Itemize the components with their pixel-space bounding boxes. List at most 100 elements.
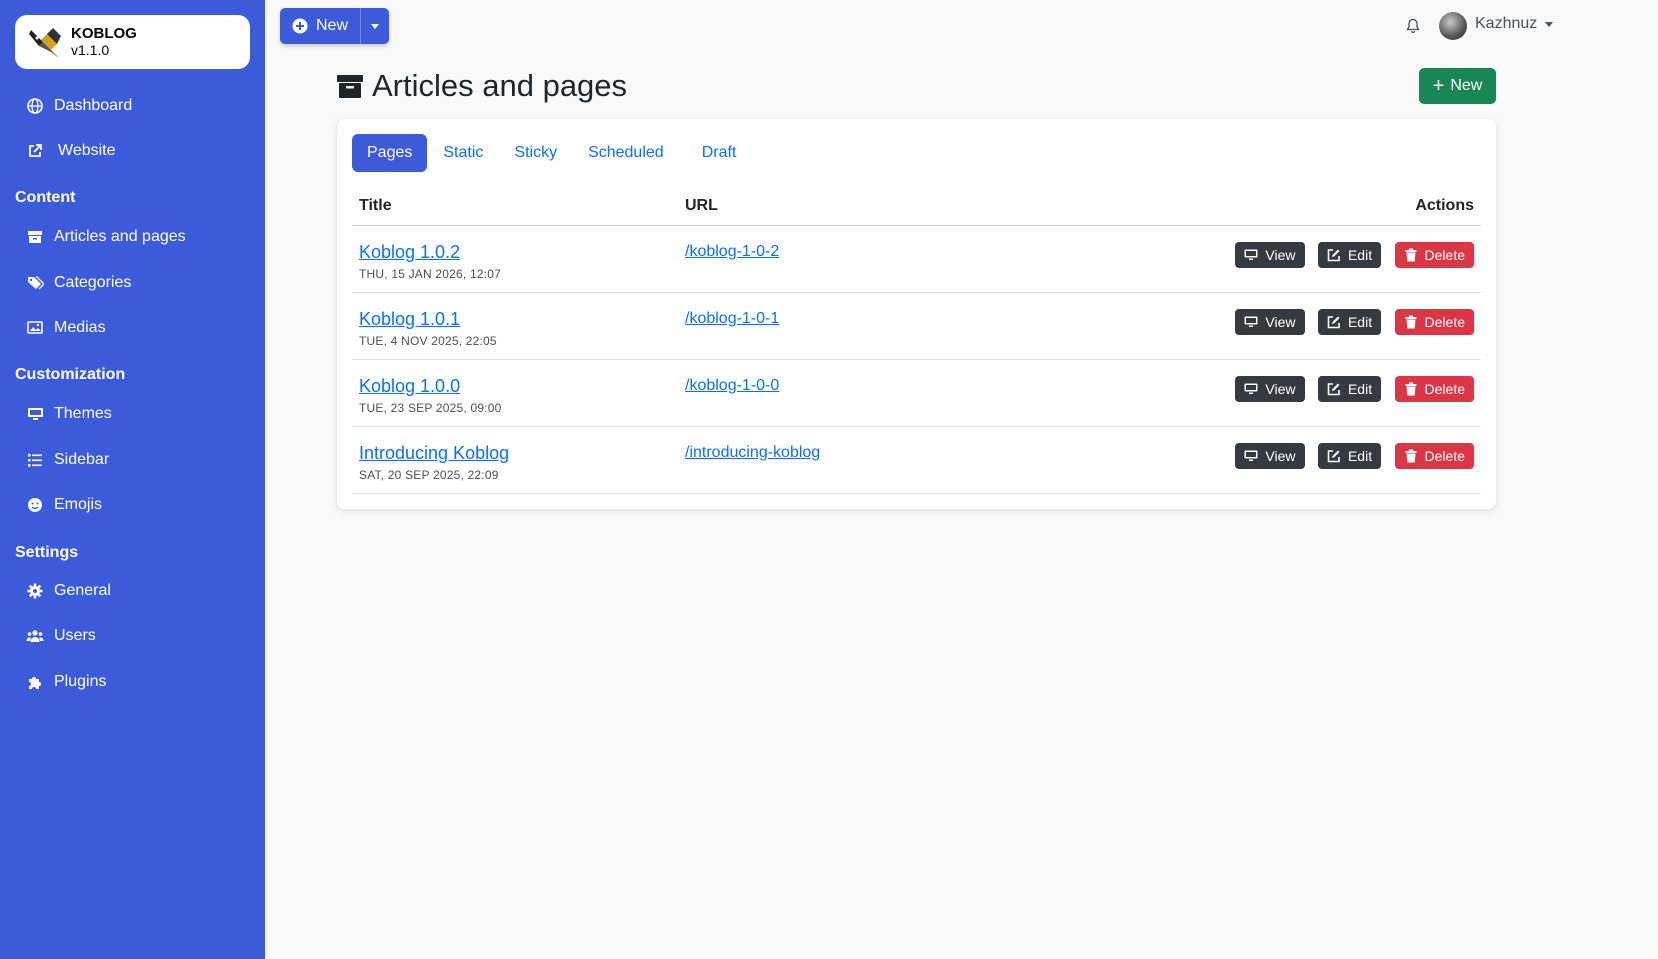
- title-cell: Koblog 1.0.1 TUE, 4 NOV 2025, 22:05: [352, 292, 678, 360]
- bell-icon[interactable]: [1405, 18, 1421, 34]
- edit-button[interactable]: Edit: [1317, 375, 1382, 402]
- sidebar-item-categories[interactable]: Categories: [26, 274, 131, 292]
- sidebar-section-settings: Settings: [15, 544, 79, 561]
- sidebar-item-dashboard[interactable]: Dashboard: [26, 97, 132, 115]
- edit-button[interactable]: Edit: [1317, 308, 1382, 335]
- table-header-row: Title URL Actions: [352, 188, 1481, 226]
- sidebar-item-label: Website: [58, 142, 116, 159]
- trash-icon: [1405, 248, 1417, 261]
- sidebar-item-articles[interactable]: Articles and pages: [26, 228, 186, 246]
- new-dropdown-button[interactable]: New: [280, 8, 390, 44]
- url-cell: /koblog-1-0-1: [678, 292, 970, 360]
- sidebar-item-users[interactable]: Users: [26, 627, 96, 645]
- view-button[interactable]: View: [1235, 442, 1305, 469]
- new-article-label: New: [1450, 77, 1483, 94]
- edit-label: Edit: [1347, 313, 1373, 330]
- actions-cell: View Edit Delete: [969, 426, 1481, 494]
- sidebar-item-general[interactable]: General: [26, 582, 111, 600]
- articles-card: Pages Static Sticky Scheduled Draft Titl…: [337, 119, 1496, 509]
- actions-cell: View Edit Delete: [969, 359, 1481, 427]
- archive-icon: [337, 75, 363, 98]
- tabs: Pages Static Sticky Scheduled Draft: [352, 134, 752, 172]
- plus-circle-icon: [292, 18, 308, 34]
- view-label: View: [1265, 380, 1296, 397]
- monitor-icon: [26, 405, 44, 423]
- caret-down-icon: [371, 23, 380, 29]
- column-header-actions: Actions: [969, 188, 1481, 226]
- sidebar-item-sidebar[interactable]: Sidebar: [26, 451, 109, 469]
- delete-button[interactable]: Delete: [1394, 241, 1474, 268]
- sidebar-item-website[interactable]: Website: [26, 142, 116, 160]
- delete-button[interactable]: Delete: [1394, 442, 1474, 469]
- view-label: View: [1265, 447, 1296, 464]
- brand-version: v1.1.0: [71, 42, 110, 58]
- sidebar-item-themes[interactable]: Themes: [26, 405, 112, 423]
- sidebar-item-medias[interactable]: Medias: [26, 319, 106, 337]
- edit-button[interactable]: Edit: [1317, 241, 1382, 268]
- plus-icon: +: [1432, 75, 1445, 97]
- sidebar-item-label: Sidebar: [54, 451, 110, 468]
- user-caret-icon[interactable]: [1545, 22, 1553, 27]
- tab-scheduled[interactable]: Scheduled: [573, 134, 686, 172]
- tab-sticky[interactable]: Sticky: [499, 134, 572, 172]
- view-label: View: [1265, 246, 1296, 263]
- new-dropdown-toggle[interactable]: [361, 8, 389, 44]
- edit-button[interactable]: Edit: [1317, 442, 1382, 469]
- delete-label: Delete: [1424, 246, 1465, 263]
- sidebar-item-label: Themes: [54, 405, 112, 422]
- article-title-link[interactable]: Koblog 1.0.0: [359, 376, 671, 397]
- delete-button[interactable]: Delete: [1394, 308, 1474, 335]
- tab-draft[interactable]: Draft: [687, 134, 752, 172]
- article-url-link[interactable]: /koblog-1-0-1: [685, 310, 963, 328]
- archive-icon: [26, 228, 44, 246]
- article-title-link[interactable]: Koblog 1.0.1: [359, 309, 671, 330]
- trash-icon: [1405, 315, 1417, 328]
- new-button[interactable]: New: [280, 8, 362, 44]
- article-url-link[interactable]: /koblog-1-0-0: [685, 377, 963, 395]
- view-button[interactable]: View: [1235, 308, 1305, 335]
- users-icon: [26, 627, 44, 645]
- brand[interactable]: KOBLOG v1.1.0: [15, 15, 250, 69]
- article-url-link[interactable]: /introducing-koblog: [685, 444, 963, 462]
- monitor-icon: [1244, 450, 1258, 461]
- sidebar-item-plugins[interactable]: Plugins: [26, 673, 106, 691]
- edit-label: Edit: [1347, 246, 1373, 263]
- tab-static[interactable]: Static: [428, 134, 498, 172]
- view-button[interactable]: View: [1235, 241, 1305, 268]
- avatar[interactable]: [1439, 12, 1467, 40]
- new-button-label: New: [316, 17, 349, 34]
- title-cell: Introducing Koblog SAT, 20 SEP 2025, 22:…: [352, 426, 678, 494]
- sidebar-item-label: Articles and pages: [54, 228, 186, 245]
- actions-cell: View Edit Delete: [969, 225, 1481, 293]
- trash-icon: [1405, 449, 1417, 462]
- username[interactable]: Kazhnuz: [1475, 15, 1537, 33]
- monitor-icon: [1244, 249, 1258, 260]
- sidebar: KOBLOG v1.1.0 Dashboard Website Content …: [0, 0, 265, 959]
- sidebar-item-label: Emojis: [54, 496, 103, 513]
- view-button[interactable]: View: [1235, 375, 1305, 402]
- monitor-icon: [1244, 383, 1258, 394]
- article-url-link[interactable]: /koblog-1-0-2: [685, 243, 963, 261]
- tags-icon: [26, 274, 44, 292]
- edit-icon: [1327, 248, 1340, 261]
- article-title-link[interactable]: Introducing Koblog: [359, 443, 671, 464]
- sidebar-item-emojis[interactable]: Emojis: [26, 496, 102, 514]
- view-label: View: [1265, 313, 1296, 330]
- sidebar-item-label: General: [54, 582, 111, 599]
- edit-icon: [1327, 315, 1340, 328]
- delete-button[interactable]: Delete: [1394, 375, 1474, 402]
- article-date: THU, 15 JAN 2026, 12:07: [359, 266, 502, 281]
- page-title-text: Articles and pages: [372, 68, 628, 103]
- articles-table: Title URL Actions Koblog 1.0.2 THU, 15 J…: [352, 188, 1481, 494]
- article-title-link[interactable]: Koblog 1.0.2: [359, 242, 671, 263]
- new-article-button[interactable]: + New: [1419, 68, 1496, 104]
- sidebar-item-label: Plugins: [54, 673, 107, 690]
- delete-label: Delete: [1424, 313, 1465, 330]
- puzzle-icon: [26, 673, 44, 691]
- tab-pages[interactable]: Pages: [352, 134, 428, 172]
- title-cell: Koblog 1.0.2 THU, 15 JAN 2026, 12:07: [352, 225, 678, 293]
- brand-name: KOBLOG: [71, 25, 137, 42]
- column-header-url: URL: [678, 188, 970, 226]
- table-row: Koblog 1.0.0 TUE, 23 SEP 2025, 09:00 /ko…: [352, 359, 1481, 427]
- article-date: TUE, 4 NOV 2025, 22:05: [359, 333, 497, 348]
